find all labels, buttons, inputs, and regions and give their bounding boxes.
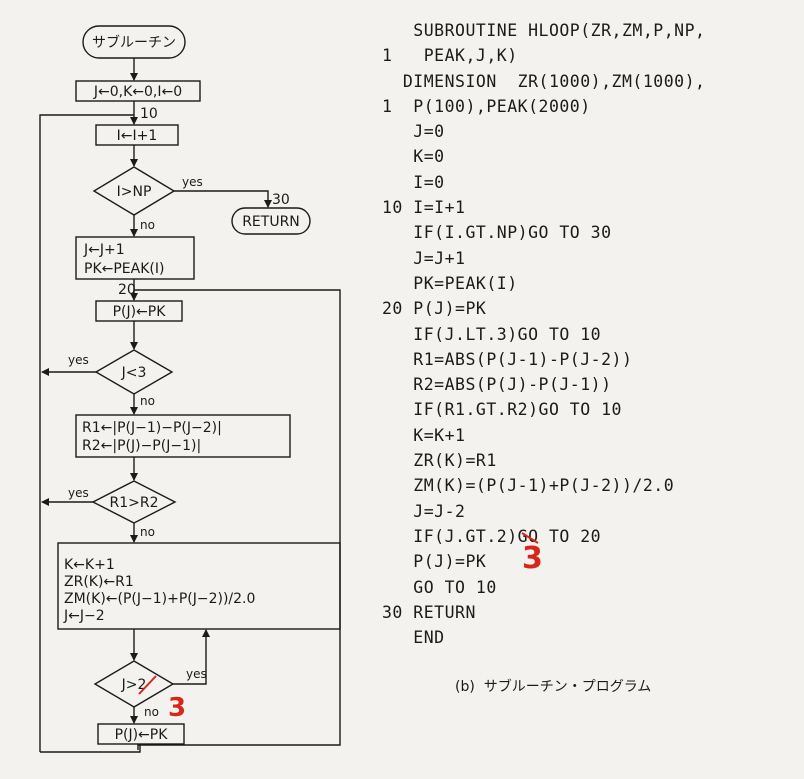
no-label-1: no: [140, 218, 155, 232]
red-fix-code: 3: [522, 541, 543, 576]
code-line: 10 I=I+1: [382, 198, 466, 218]
inc-i-label: I←I+1: [117, 128, 158, 144]
code-line: ZM(K)=(P(J-1)+P(J-2))/2.0: [382, 476, 675, 496]
code-line: K=0: [382, 147, 445, 167]
fortran-program: SUBROUTINE HLOOP(ZR,ZM,P,NP, 1 PEAK,J,K) …: [382, 18, 705, 650]
code-line: J=0: [382, 122, 445, 142]
cond-r-label: R1>R2: [110, 495, 159, 511]
no-label-3: no: [140, 525, 155, 539]
document-page: サブルーチン J←0,K←0,I←0 10 I←I+1 I>NP yes no …: [0, 0, 804, 779]
code-line: J=J+1: [382, 248, 466, 268]
yes-label-2: yes: [68, 353, 89, 367]
assign-p-label: P(J)←PK: [113, 304, 167, 320]
yes-label-4: yes: [186, 667, 207, 681]
code-line: K=K+1: [382, 425, 466, 445]
return-label: RETURN: [242, 214, 300, 230]
r1-label: R1←|P(J−1)−P(J−2)|: [82, 420, 222, 436]
code-line: IF(J.GT.2)GO TO 20: [382, 526, 602, 546]
code-line: I=0: [382, 172, 445, 192]
start-label: サブルーチン: [92, 34, 176, 51]
j-inc-label: J←J+1: [83, 242, 125, 258]
code-line: 1 PEAK,J,K): [382, 46, 518, 66]
code-line: R2=ABS(P(J)-P(J-1)): [382, 375, 612, 395]
code-line: GO TO 10: [382, 577, 497, 597]
no-label-4: no: [144, 705, 159, 719]
no-label-2: no: [140, 394, 155, 408]
zr-assign-label: ZR(K)←R1: [64, 574, 134, 590]
yes-label-1: yes: [182, 175, 203, 189]
code-line: END: [382, 628, 445, 648]
label-10: 10: [140, 106, 158, 122]
loop-20-line: [134, 289, 341, 750]
code-line: IF(R1.GT.R2)GO TO 10: [382, 400, 622, 420]
code-line: PK=PEAK(I): [382, 273, 518, 293]
code-line: IF(J.LT.3)GO TO 10: [382, 324, 602, 344]
code-line: R1=ABS(P(J-1)-P(J-2)): [382, 349, 633, 369]
j-dec-label: J←J−2: [63, 608, 105, 624]
k-inc-label: K←K+1: [64, 557, 115, 573]
label-30: 30: [272, 192, 290, 208]
code-line: P(J)=PK: [382, 552, 487, 572]
r2-label: R2←|P(J)−P(J−1)|: [82, 438, 201, 454]
flowchart: サブルーチン J←0,K←0,I←0 10 I←I+1 I>NP yes no …: [39, 25, 341, 753]
init-label: J←0,K←0,I←0: [93, 84, 182, 100]
code-line: J=J-2: [382, 501, 466, 521]
zm-assign-label: ZM(K)←(P(J−1)+P(J−2))/2.0: [64, 591, 255, 607]
yes-label-3: yes: [68, 486, 89, 500]
figure-caption: (b) サブルーチン・プログラム: [455, 679, 652, 695]
label-20: 20: [118, 282, 136, 298]
code-line: ZR(K)=R1: [382, 451, 497, 471]
pk-assign-label: PK←PEAK(I): [84, 261, 164, 277]
code-line: 20 P(J)=PK: [382, 299, 487, 319]
final-assign-label: P(J)←PK: [115, 727, 169, 743]
code-line: 1 P(100),PEAK(2000): [382, 96, 591, 116]
cond-np-label: I>NP: [117, 184, 152, 200]
code-line: DIMENSION ZR(1000),ZM(1000),: [382, 71, 706, 91]
code-line: IF(I.GT.NP)GO TO 30: [382, 223, 612, 243]
cond-j3-label: J<3: [121, 365, 147, 381]
red-fix-flow: 3: [168, 693, 186, 723]
code-line: SUBROUTINE HLOOP(ZR,ZM,P,NP,: [382, 21, 706, 40]
code-line: 30 RETURN: [382, 602, 476, 622]
